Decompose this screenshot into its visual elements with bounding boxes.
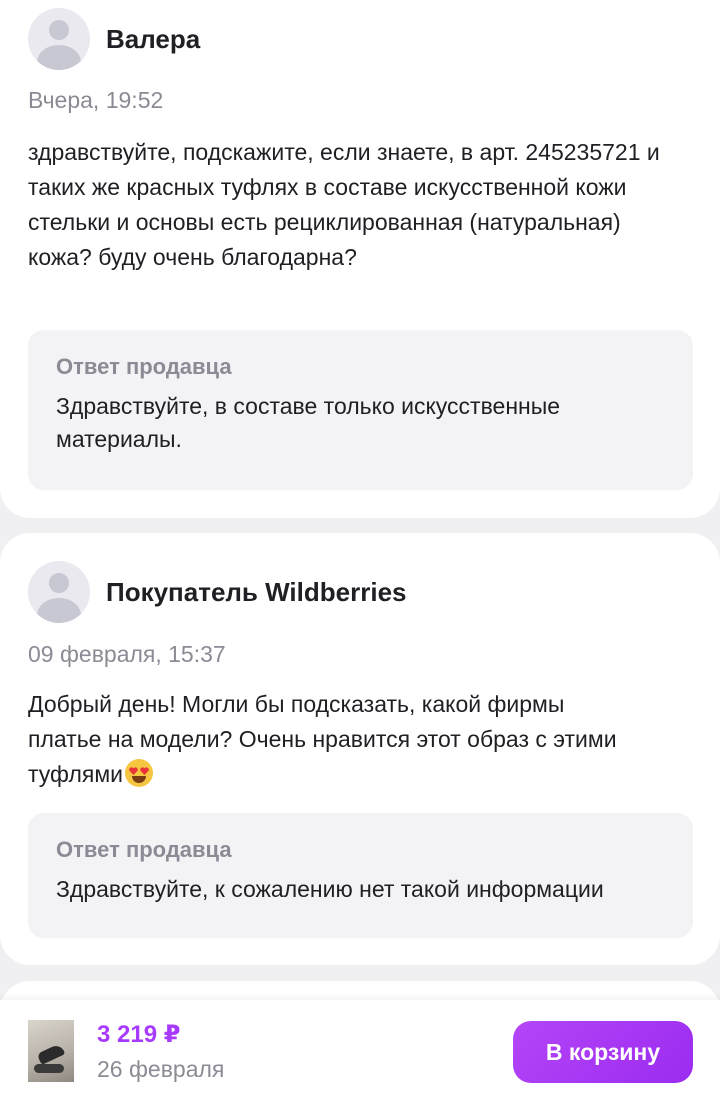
author-name: Покупатель Wildberries — [106, 576, 407, 607]
question-date: Вчера, 19:52 — [28, 87, 164, 113]
answer-label: Ответ продавца — [56, 354, 232, 379]
shoe-shape — [36, 1043, 66, 1065]
avatar-body — [37, 598, 81, 623]
answer-text: Здравствуйте, в составе только искусстве… — [56, 393, 561, 452]
question-text: здравствуйте, подскажите, если знаете, в… — [28, 139, 660, 270]
question-text-content: Добрый день! Могли бы подсказать, какой … — [28, 691, 617, 787]
question-card: Валера Вчера, 19:52 здравствуйте, подска… — [0, 0, 720, 518]
avatar-body — [37, 45, 81, 70]
shoe-shape — [34, 1064, 64, 1073]
seller-answer: Ответ продавца Здравствуйте, в составе т… — [28, 330, 693, 490]
question-card: Покупатель Wildberries 09 февраля, 15:37… — [0, 533, 720, 965]
delivery-date: 26 февраля — [97, 1056, 225, 1082]
add-to-cart-button[interactable]: В корзину — [513, 1021, 693, 1083]
heart-eyes-emoji — [125, 759, 153, 787]
question-date: 09 февраля, 15:37 — [28, 641, 226, 667]
avatar — [28, 8, 90, 70]
product-thumbnail[interactable] — [28, 1020, 74, 1082]
heart-icon — [129, 767, 138, 775]
answer-label: Ответ продавца — [56, 837, 232, 862]
avatar — [28, 561, 90, 623]
author-row: Валера — [28, 8, 200, 70]
emoji-mouth — [132, 776, 146, 783]
product-price: 3 219 ₽ — [97, 1021, 181, 1048]
avatar-head — [49, 20, 69, 40]
answer-text: Здравствуйте, к сожалению нет такой инфо… — [56, 876, 604, 902]
avatar-head — [49, 573, 69, 593]
author-row: Покупатель Wildberries — [28, 561, 407, 623]
purchase-bar: 3 219 ₽ 26 февраля В корзину — [0, 1000, 720, 1098]
author-name: Валера — [106, 23, 201, 54]
seller-answer: Ответ продавца Здравствуйте, к сожалению… — [28, 813, 693, 938]
question-text: Добрый день! Могли бы подсказать, какой … — [28, 687, 628, 792]
heart-icon — [140, 767, 149, 775]
